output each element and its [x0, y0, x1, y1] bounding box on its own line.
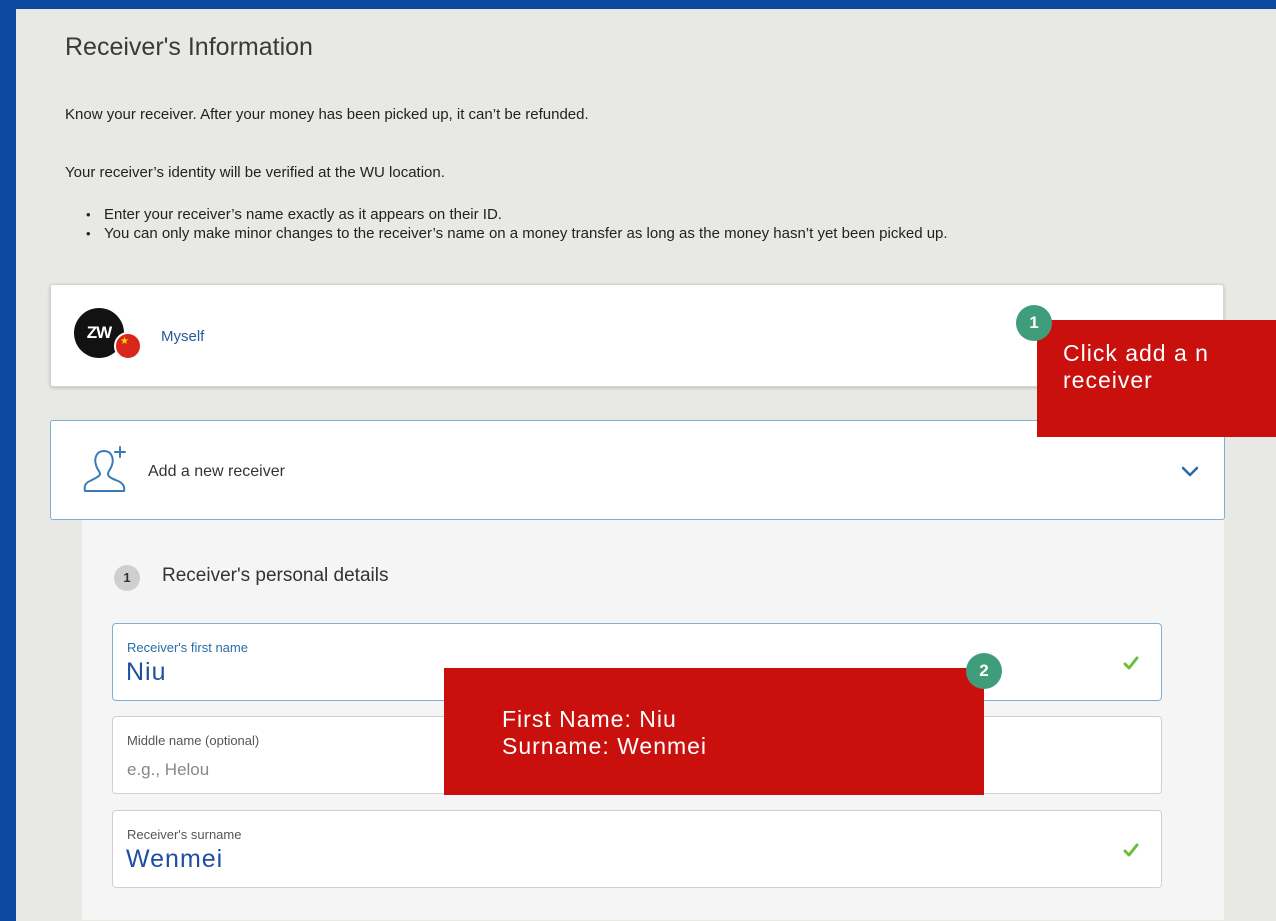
intro-text-verification: Your receiver’s identity will be verifie… — [65, 164, 445, 181]
instructions-list: Enter your receiver’s name exactly as it… — [78, 205, 1248, 243]
surname-label: Receiver's surname — [127, 827, 242, 842]
annotation-step-badge: 1 — [1016, 305, 1052, 341]
chevron-down-icon[interactable] — [1181, 466, 1199, 478]
callout-text-line: receiver — [1063, 367, 1153, 393]
annotation-callout-add-receiver: Click add a n receiver — [1037, 320, 1276, 437]
annotation-callout-names: First Name: Niu Surname: Wenmei — [444, 668, 984, 795]
surname-value[interactable]: Wenmei — [126, 845, 223, 874]
first-name-value[interactable]: Niu — [126, 658, 167, 687]
add-receiver-label: Add a new receiver — [148, 463, 285, 480]
check-icon — [1123, 656, 1139, 670]
receiver-name-myself[interactable]: Myself — [161, 328, 204, 345]
page-title: Receiver's Information — [65, 33, 313, 61]
callout-text-line: First Name: Niu — [502, 706, 677, 732]
intro-text-refund: Know your receiver. After your money has… — [65, 106, 589, 123]
step-title: Receiver's personal details — [162, 565, 389, 586]
callout-text-line: Click add a n — [1063, 340, 1209, 366]
annotation-step-badge: 2 — [966, 653, 1002, 689]
middle-name-label: Middle name (optional) — [127, 733, 260, 748]
callout-text-line: Surname: Wenmei — [502, 733, 708, 759]
surname-field[interactable]: Receiver's surname Wenmei — [112, 810, 1162, 888]
china-flag-icon: ★ — [114, 332, 142, 360]
instruction-item: Enter your receiver’s name exactly as it… — [78, 205, 1248, 224]
add-user-icon — [83, 446, 126, 492]
step-number-badge: 1 — [114, 565, 140, 591]
first-name-label: Receiver's first name — [127, 640, 248, 655]
middle-name-placeholder[interactable]: e.g., Helou — [127, 760, 209, 780]
instruction-item: You can only make minor changes to the r… — [78, 224, 1248, 243]
check-icon — [1123, 843, 1139, 857]
